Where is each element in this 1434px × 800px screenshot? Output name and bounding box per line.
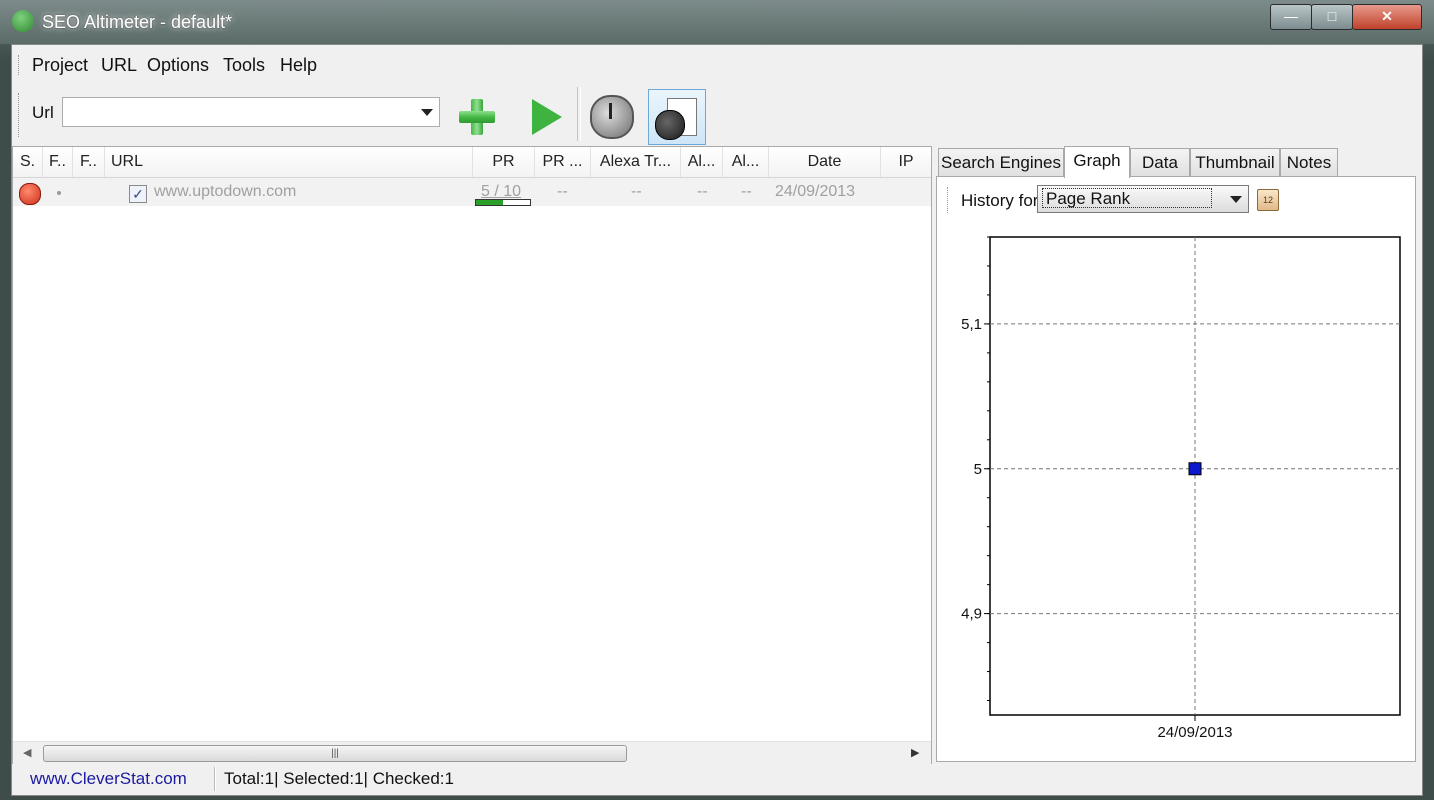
title-bar[interactable]: SEO Altimeter - default* — □ ✕ (0, 0, 1434, 44)
add-url-button[interactable] (448, 89, 504, 143)
close-button[interactable]: ✕ (1352, 4, 1422, 30)
col-status[interactable]: S. (13, 147, 43, 177)
col-al2[interactable]: Al... (723, 147, 769, 177)
tab-notes[interactable]: Notes (1280, 148, 1338, 176)
cell-date: 24/09/2013 (775, 183, 856, 200)
chevron-down-icon[interactable] (421, 109, 433, 116)
pr-progress-fill (476, 200, 503, 205)
menu-help[interactable]: Help (280, 55, 317, 76)
app-logo-icon (12, 10, 34, 32)
horizontal-scrollbar[interactable]: ◀ ||| ▶ (13, 741, 931, 764)
website-link[interactable]: www.CleverStat.com (30, 769, 187, 789)
scroll-right-icon[interactable]: ▶ (911, 746, 919, 759)
url-label: Url (32, 103, 54, 122)
col-pr2[interactable]: PR ... (535, 147, 591, 177)
maximize-button[interactable]: □ (1311, 4, 1353, 30)
error-status-icon (19, 183, 41, 205)
toolbar-separator (577, 87, 581, 141)
app-window: SEO Altimeter - default* — □ ✕ Project U… (0, 0, 1434, 800)
x-tick-label: 24/09/2013 (1157, 724, 1232, 741)
menu-options[interactable]: Options (147, 55, 209, 76)
col-url[interactable]: URL (105, 147, 473, 177)
toolbar: Url (12, 85, 1422, 145)
window-title: SEO Altimeter - default* (42, 12, 233, 32)
cell-al2: -- (741, 183, 752, 200)
scroll-thumb[interactable]: ||| (43, 745, 627, 762)
status-bar: www.CleverStat.com Total:1| Selected:1| … (12, 765, 1422, 795)
table-row[interactable]: ✓ www.uptodown.com 5 / 10 -- -- -- -- 24… (13, 178, 931, 206)
url-list: S. F.. F.. URL PR PR ... Alexa Tr... Al.… (12, 146, 932, 764)
col-f2[interactable]: F.. (73, 147, 105, 177)
col-ip[interactable]: IP (881, 147, 931, 177)
chevron-down-icon[interactable] (1230, 196, 1242, 203)
cell-alexa: -- (631, 183, 642, 200)
tab-search-engines[interactable]: Search Engines (938, 148, 1064, 176)
minimize-button[interactable]: — (1270, 4, 1312, 30)
clock-icon (655, 110, 685, 140)
y-tick-label: 5,1 (961, 316, 982, 333)
pr-progress-bar (475, 199, 531, 206)
play-icon (532, 99, 562, 135)
status-counts: Total:1| Selected:1| Checked:1 (224, 769, 454, 788)
cell-al1: -- (697, 183, 708, 200)
gear-clock-icon (590, 95, 634, 139)
menu-project[interactable]: Project (32, 55, 88, 76)
y-tick-label: 4,9 (961, 606, 982, 623)
menu-bar: Project URL Options Tools Help (12, 45, 1422, 85)
history-for-label: History for (961, 191, 1039, 210)
data-point (1188, 462, 1202, 476)
tab-graph[interactable]: Graph (1064, 146, 1130, 178)
tab-data[interactable]: Data (1130, 148, 1190, 176)
client-area: Project URL Options Tools Help Url S. F.… (11, 44, 1423, 796)
y-tick-label: 5 (974, 461, 982, 478)
history-metric-value: Page Rank (1042, 188, 1212, 208)
list-header: S. F.. F.. URL PR PR ... Alexa Tr... Al.… (13, 147, 931, 178)
scheduler-button[interactable] (582, 89, 638, 143)
menu-grip[interactable] (18, 55, 22, 75)
tab-thumbnail[interactable]: Thumbnail (1190, 148, 1280, 176)
menu-tools[interactable]: Tools (223, 55, 265, 76)
start-check-button[interactable] (518, 89, 574, 143)
cell-pr2: -- (557, 183, 568, 200)
row-checkbox[interactable]: ✓ (129, 185, 147, 203)
col-al1[interactable]: Al... (681, 147, 723, 177)
plus-icon-bar (459, 111, 495, 123)
report-button[interactable] (648, 89, 706, 145)
flag-dot-icon (57, 191, 61, 195)
history-metric-select[interactable]: Page Rank (1037, 185, 1249, 213)
calendar-icon[interactable]: 12 (1257, 189, 1279, 211)
graph-tab-body: History for Page Rank 12 4,9 5 5,1 24/09/20… (936, 176, 1416, 762)
history-grip (947, 187, 950, 213)
col-pr[interactable]: PR (473, 147, 535, 177)
url-combobox[interactable] (62, 97, 440, 127)
menu-url[interactable]: URL (101, 55, 137, 76)
col-date[interactable]: Date (769, 147, 881, 177)
status-separator (214, 767, 216, 791)
col-f1[interactable]: F.. (43, 147, 73, 177)
history-chart: 4,9 5 5,1 24/09/2013 (961, 236, 1401, 741)
col-alexa[interactable]: Alexa Tr... (591, 147, 681, 177)
details-panel: Search Engines Graph Data Thumbnail Note… (936, 146, 1416, 762)
cell-url: www.uptodown.com (154, 183, 297, 200)
toolbar-grip[interactable] (18, 93, 22, 137)
scroll-left-icon[interactable]: ◀ (23, 746, 31, 759)
